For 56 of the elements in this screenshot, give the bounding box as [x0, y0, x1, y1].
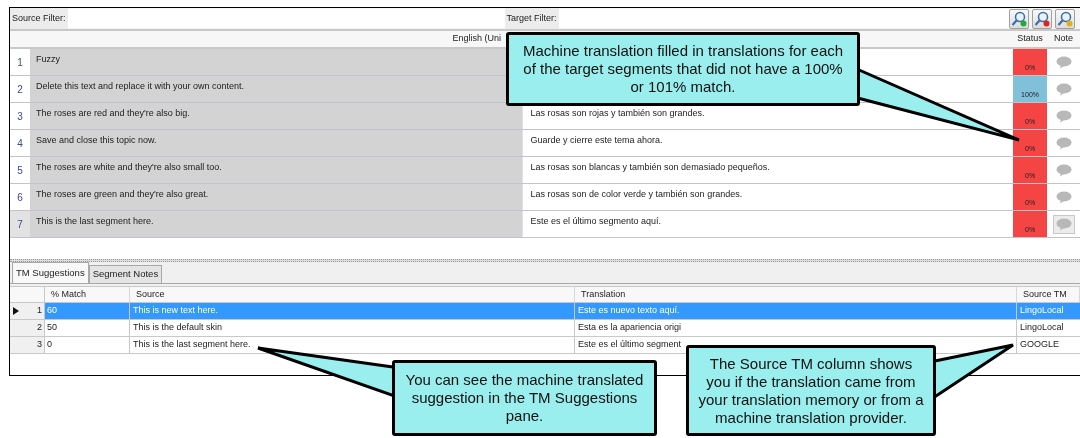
source-text: The roses are green and they're also great. — [36, 189, 209, 199]
magnifier-icon — [1057, 10, 1073, 27]
table-cell: Este es nuevo texto aquí. — [575, 303, 1017, 319]
speech-bubble-icon — [1055, 217, 1072, 231]
speech-bubble-icon — [1055, 109, 1072, 123]
target-text: Las rosas son rojas y también son grandes. — [530, 108, 705, 118]
target-text: Este es el último segmento aquí. — [530, 216, 662, 226]
table-cell-text: LingoLocal — [1019, 304, 1065, 318]
speech-bubble-icon — [1055, 190, 1072, 204]
tab[interactable]: TM Suggestions — [12, 262, 89, 283]
suggestion-row[interactable]: 1 60 This is new text here. Este es nuevo texto aquí. LingoLocal — [10, 303, 1080, 320]
column-header: Status — [1016, 32, 1044, 46]
target-filter-label: Target Filter: — [504, 8, 559, 29]
source-text: The roses are white and they're also small too. — [36, 162, 222, 172]
magnifier-button[interactable] — [1009, 8, 1029, 29]
callout-box: Machine translation filled in translations for each of the target segments that did not have a 100% or 101% match. — [506, 32, 860, 106]
row-number: 2 — [37, 321, 42, 335]
table-cell: 50 — [45, 320, 130, 336]
row-number: 7 — [10, 211, 30, 237]
row-pointer-icon — [13, 307, 19, 315]
row-number: 1 — [37, 304, 42, 318]
column-header: Translation — [575, 287, 1017, 302]
source-text: Fuzzy — [36, 54, 60, 64]
table-cell-text: GOOGLE — [1019, 338, 1060, 352]
magnifier-button[interactable] — [1055, 8, 1075, 29]
table-cell: This is the default skin — [130, 320, 575, 336]
table-cell: 60 — [45, 303, 130, 319]
magnifier-icon — [1011, 10, 1027, 27]
magnifier-button[interactable] — [1032, 8, 1052, 29]
suggestion-row[interactable]: 2 50 This is the default skin Esta es la apariencia origi LingoLocal — [10, 320, 1080, 337]
source-text: This is the last segment here. — [36, 216, 154, 226]
row-number: 3 — [37, 338, 42, 352]
magnifier-icon — [1034, 10, 1050, 27]
table-cell-text: LingoLocal — [1019, 321, 1065, 335]
speech-bubble-icon — [1055, 55, 1072, 69]
target-text: Las rosas son blancas y también son demasiado pequeños. — [530, 162, 770, 172]
source-filter-label: Source Filter: — [10, 8, 68, 29]
target-text: Las rosas son de color verde y también son grandes. — [530, 189, 743, 199]
speech-bubble-icon — [1055, 82, 1072, 96]
table-cell: Esta es la apariencia origi — [575, 320, 1017, 336]
target-filter-field[interactable] — [558, 9, 1009, 28]
table-cell: This is new text here. — [130, 303, 575, 319]
column-header: Source TM — [1017, 287, 1080, 302]
column-header: Note — [1053, 32, 1075, 46]
column-header: % Match — [45, 287, 130, 302]
speech-bubble-icon — [1055, 136, 1072, 150]
source-text: Delete this text and replace it with your own content. — [36, 81, 245, 91]
source-text: Save and close this topic now. — [36, 135, 157, 145]
column-header: Source — [130, 287, 575, 302]
column-header: English (Uni — [452, 32, 502, 46]
source-text: The roses are red and they're also big. — [36, 108, 190, 118]
speech-bubble-icon — [1055, 163, 1072, 177]
table-cell: 0 — [45, 337, 130, 353]
tab[interactable]: Segment Notes — [88, 265, 163, 283]
source-filter-field[interactable] — [67, 9, 505, 28]
target-text: Guarde y cierre este tema ahora. — [530, 135, 663, 145]
